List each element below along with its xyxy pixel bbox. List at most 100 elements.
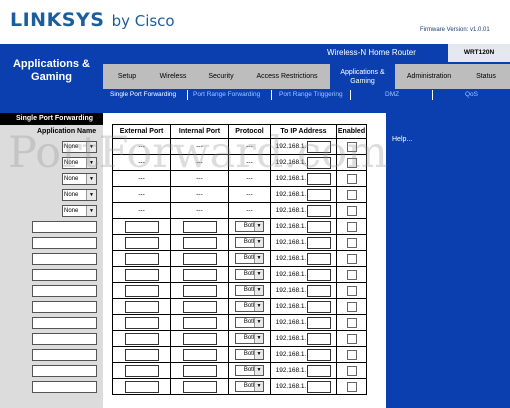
tab-access-restrictions[interactable]: Access Restrictions — [248, 64, 326, 89]
subtab-port-range-triggering[interactable]: Port Range Triggering — [279, 91, 343, 98]
enabled-checkbox[interactable] — [346, 365, 357, 376]
enabled-checkbox[interactable] — [346, 349, 357, 360]
subtab-port-range-forwarding[interactable]: Port Range Forwarding — [193, 91, 260, 98]
protocol-select[interactable]: Both ▼ — [235, 269, 264, 280]
external-port-input[interactable] — [124, 284, 159, 297]
external-port-cell — [112, 378, 171, 395]
ip-prefix: 192.168.1. — [275, 351, 307, 359]
internal-port-cell — [170, 250, 229, 267]
internal-port-input[interactable] — [182, 348, 217, 361]
external-port-input[interactable] — [124, 332, 159, 345]
protocol-select[interactable]: Both ▼ — [235, 349, 264, 360]
internal-port-cell — [170, 346, 229, 363]
enabled-checkbox[interactable] — [346, 205, 357, 216]
external-port-input[interactable] — [124, 268, 159, 281]
tab-applications-gaming[interactable]: Applications & Gaming — [330, 64, 395, 89]
internal-port-input[interactable] — [182, 220, 217, 233]
external-port-input[interactable] — [124, 380, 159, 393]
protocol-cell: Both ▼ — [228, 266, 271, 283]
application-name-input[interactable] — [32, 333, 97, 345]
ip-last-octet-input[interactable] — [307, 220, 332, 233]
tab-wireless[interactable]: Wireless — [153, 64, 193, 89]
enabled-cell — [336, 282, 367, 299]
table-row: --- --- --- 192.168.1. — [112, 186, 367, 203]
protocol-cell: Both ▼ — [228, 218, 271, 235]
external-port-input[interactable] — [124, 364, 159, 377]
ip-last-octet-input[interactable] — [307, 204, 332, 217]
protocol-select[interactable]: Both ▼ — [235, 365, 264, 376]
application-name-input[interactable] — [32, 269, 97, 281]
chevron-down-icon: ▼ — [86, 206, 96, 216]
internal-port-input[interactable] — [182, 300, 217, 313]
internal-port-input[interactable] — [182, 268, 217, 281]
application-name-input[interactable] — [32, 317, 97, 329]
enabled-checkbox[interactable] — [346, 221, 357, 232]
internal-port-input[interactable] — [182, 252, 217, 265]
application-select[interactable]: None ▼ — [62, 205, 97, 217]
tab-status[interactable]: Status — [468, 64, 504, 89]
enabled-checkbox[interactable] — [346, 333, 357, 344]
ip-last-octet-input[interactable] — [307, 268, 332, 281]
protocol-select[interactable]: Both ▼ — [235, 253, 264, 264]
enabled-checkbox[interactable] — [346, 317, 357, 328]
protocol-select[interactable]: Both ▼ — [235, 221, 264, 232]
internal-port-input[interactable] — [182, 364, 217, 377]
external-port-input[interactable] — [124, 348, 159, 361]
subtab-dmz[interactable]: DMZ — [385, 91, 399, 98]
ip-last-octet-input[interactable] — [307, 236, 332, 249]
external-port-input[interactable] — [124, 316, 159, 329]
application-select[interactable]: None ▼ — [62, 189, 97, 201]
application-name-input[interactable] — [32, 221, 97, 233]
subtab-separator — [432, 90, 433, 100]
application-name-input[interactable] — [32, 365, 97, 377]
application-name-input[interactable] — [32, 237, 97, 249]
ip-prefix: 192.168.1. — [275, 303, 307, 311]
tab-setup[interactable]: Setup — [110, 64, 144, 89]
protocol-select[interactable]: Both ▼ — [235, 381, 264, 392]
internal-port-input[interactable] — [182, 332, 217, 345]
protocol-select[interactable]: Both ▼ — [235, 285, 264, 296]
ip-last-octet-input[interactable] — [307, 284, 332, 297]
protocol-select[interactable]: Both ▼ — [235, 317, 264, 328]
enabled-checkbox[interactable] — [346, 269, 357, 280]
external-port-input[interactable] — [124, 252, 159, 265]
protocol-select[interactable]: Both ▼ — [235, 301, 264, 312]
ip-last-octet-input[interactable] — [307, 188, 332, 201]
ip-last-octet-input[interactable] — [307, 316, 332, 329]
tab-security[interactable]: Security — [200, 64, 242, 89]
enabled-checkbox[interactable] — [346, 301, 357, 312]
enabled-checkbox[interactable] — [346, 189, 357, 200]
enabled-checkbox[interactable] — [346, 253, 357, 264]
subtab-qos[interactable]: QoS — [465, 91, 478, 98]
tab-administration[interactable]: Administration — [398, 64, 460, 89]
ip-last-octet-input[interactable] — [307, 364, 332, 377]
external-port-input[interactable] — [124, 300, 159, 313]
application-select-value: None — [64, 208, 79, 214]
single-port-forwarding-label: Single Port Forwarding — [16, 115, 94, 122]
ip-last-octet-input[interactable] — [307, 332, 332, 345]
enabled-checkbox[interactable] — [346, 381, 357, 392]
external-port-input[interactable] — [124, 220, 159, 233]
protocol-select[interactable]: Both ▼ — [235, 333, 264, 344]
help-link[interactable]: Help... — [392, 136, 412, 143]
application-name-input[interactable] — [32, 349, 97, 361]
internal-port-input[interactable] — [182, 284, 217, 297]
application-name-input[interactable] — [32, 381, 97, 393]
ip-last-octet-input[interactable] — [307, 380, 332, 393]
application-name-input[interactable] — [32, 301, 97, 313]
internal-port-input[interactable] — [182, 380, 217, 393]
ip-last-octet-input[interactable] — [307, 252, 332, 265]
internal-port-cell — [170, 362, 229, 379]
protocol-select[interactable]: Both ▼ — [235, 237, 264, 248]
subtab-single-port-forwarding[interactable]: Single Port Forwarding — [110, 91, 176, 98]
enabled-checkbox[interactable] — [346, 285, 357, 296]
ip-last-octet-input[interactable] — [307, 348, 332, 361]
internal-port-cell — [170, 314, 229, 331]
application-name-input[interactable] — [32, 285, 97, 297]
internal-port-input[interactable] — [182, 236, 217, 249]
ip-last-octet-input[interactable] — [307, 300, 332, 313]
internal-port-input[interactable] — [182, 316, 217, 329]
external-port-input[interactable] — [124, 236, 159, 249]
application-name-input[interactable] — [32, 253, 97, 265]
enabled-checkbox[interactable] — [346, 237, 357, 248]
